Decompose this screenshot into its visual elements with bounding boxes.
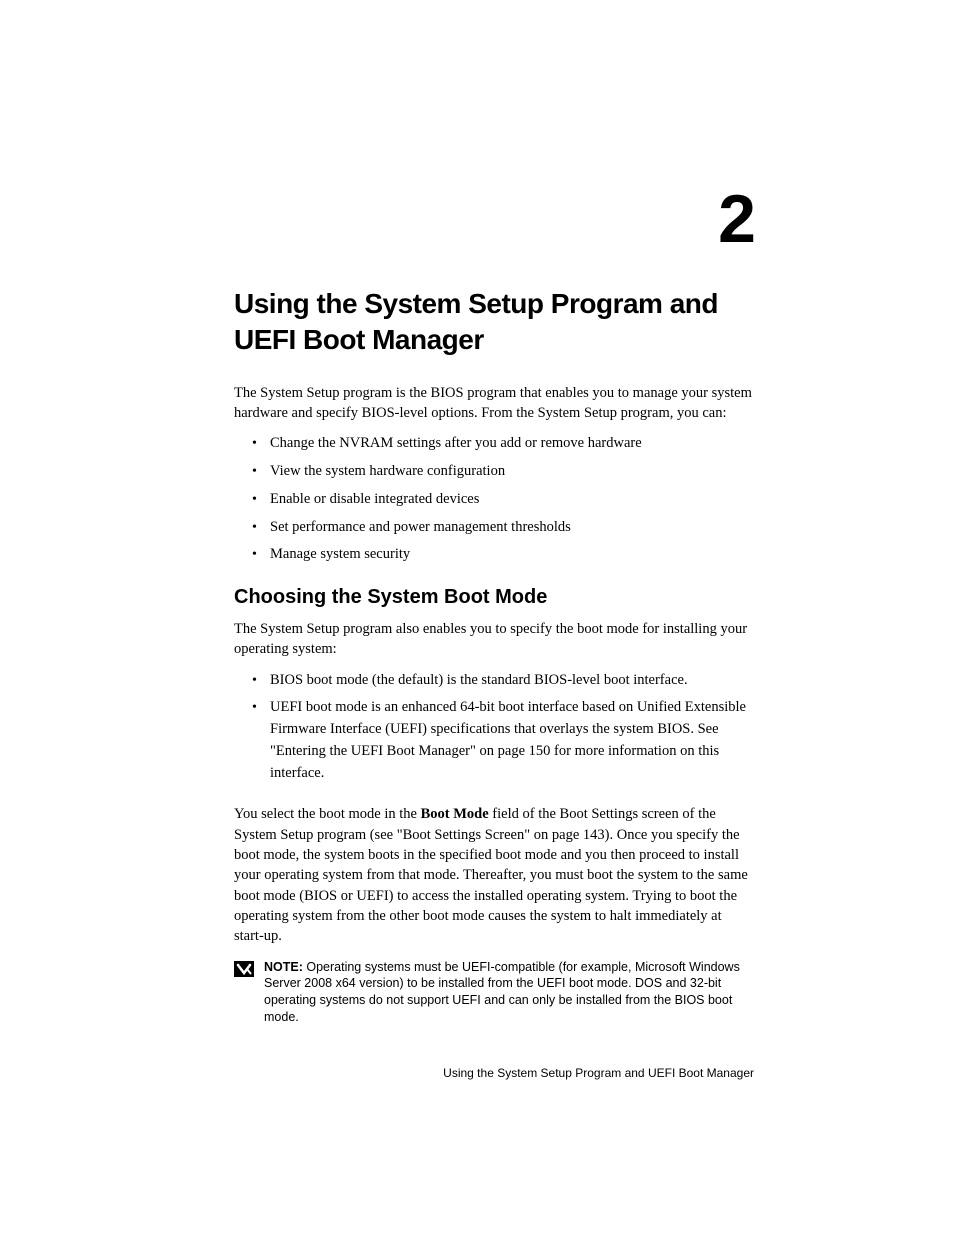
list-item: Manage system security (234, 544, 754, 566)
list-item: Set performance and power management thr… (234, 517, 754, 539)
note-block: NOTE: Operating systems must be UEFI-com… (234, 959, 754, 1027)
text-prefix: You select the boot mode in the (234, 806, 421, 822)
list-item: UEFI boot mode is an enhanced 64-bit boo… (234, 697, 754, 784)
note-body: Operating systems must be UEFI-compatibl… (264, 960, 740, 1025)
chapter-title: Using the System Setup Program and UEFI … (234, 286, 754, 359)
list-item: Enable or disable integrated devices (234, 489, 754, 511)
list-item: View the system hardware configuration (234, 461, 754, 483)
section-heading: Choosing the System Boot Mode (234, 586, 754, 609)
boot-mode-bold: Boot Mode (421, 806, 489, 822)
section-bullet-list: BIOS boot mode (the default) is the stan… (234, 670, 754, 785)
list-item: Change the NVRAM settings after you add … (234, 433, 754, 455)
section-paragraph-bootmode: You select the boot mode in the Boot Mod… (234, 804, 754, 946)
note-label: NOTE: (264, 960, 303, 974)
intro-paragraph: The System Setup program is the BIOS pro… (234, 383, 754, 424)
intro-bullet-list: Change the NVRAM settings after you add … (234, 433, 754, 566)
chapter-number: 2 (234, 180, 754, 258)
section-paragraph: The System Setup program also enables yo… (234, 619, 754, 660)
note-icon (234, 961, 254, 977)
list-item: BIOS boot mode (the default) is the stan… (234, 670, 754, 692)
text-suffix: field of the Boot Settings screen of the… (234, 806, 748, 944)
note-text: NOTE: Operating systems must be UEFI-com… (264, 959, 754, 1027)
page-footer: Using the System Setup Program and UEFI … (234, 1066, 754, 1080)
